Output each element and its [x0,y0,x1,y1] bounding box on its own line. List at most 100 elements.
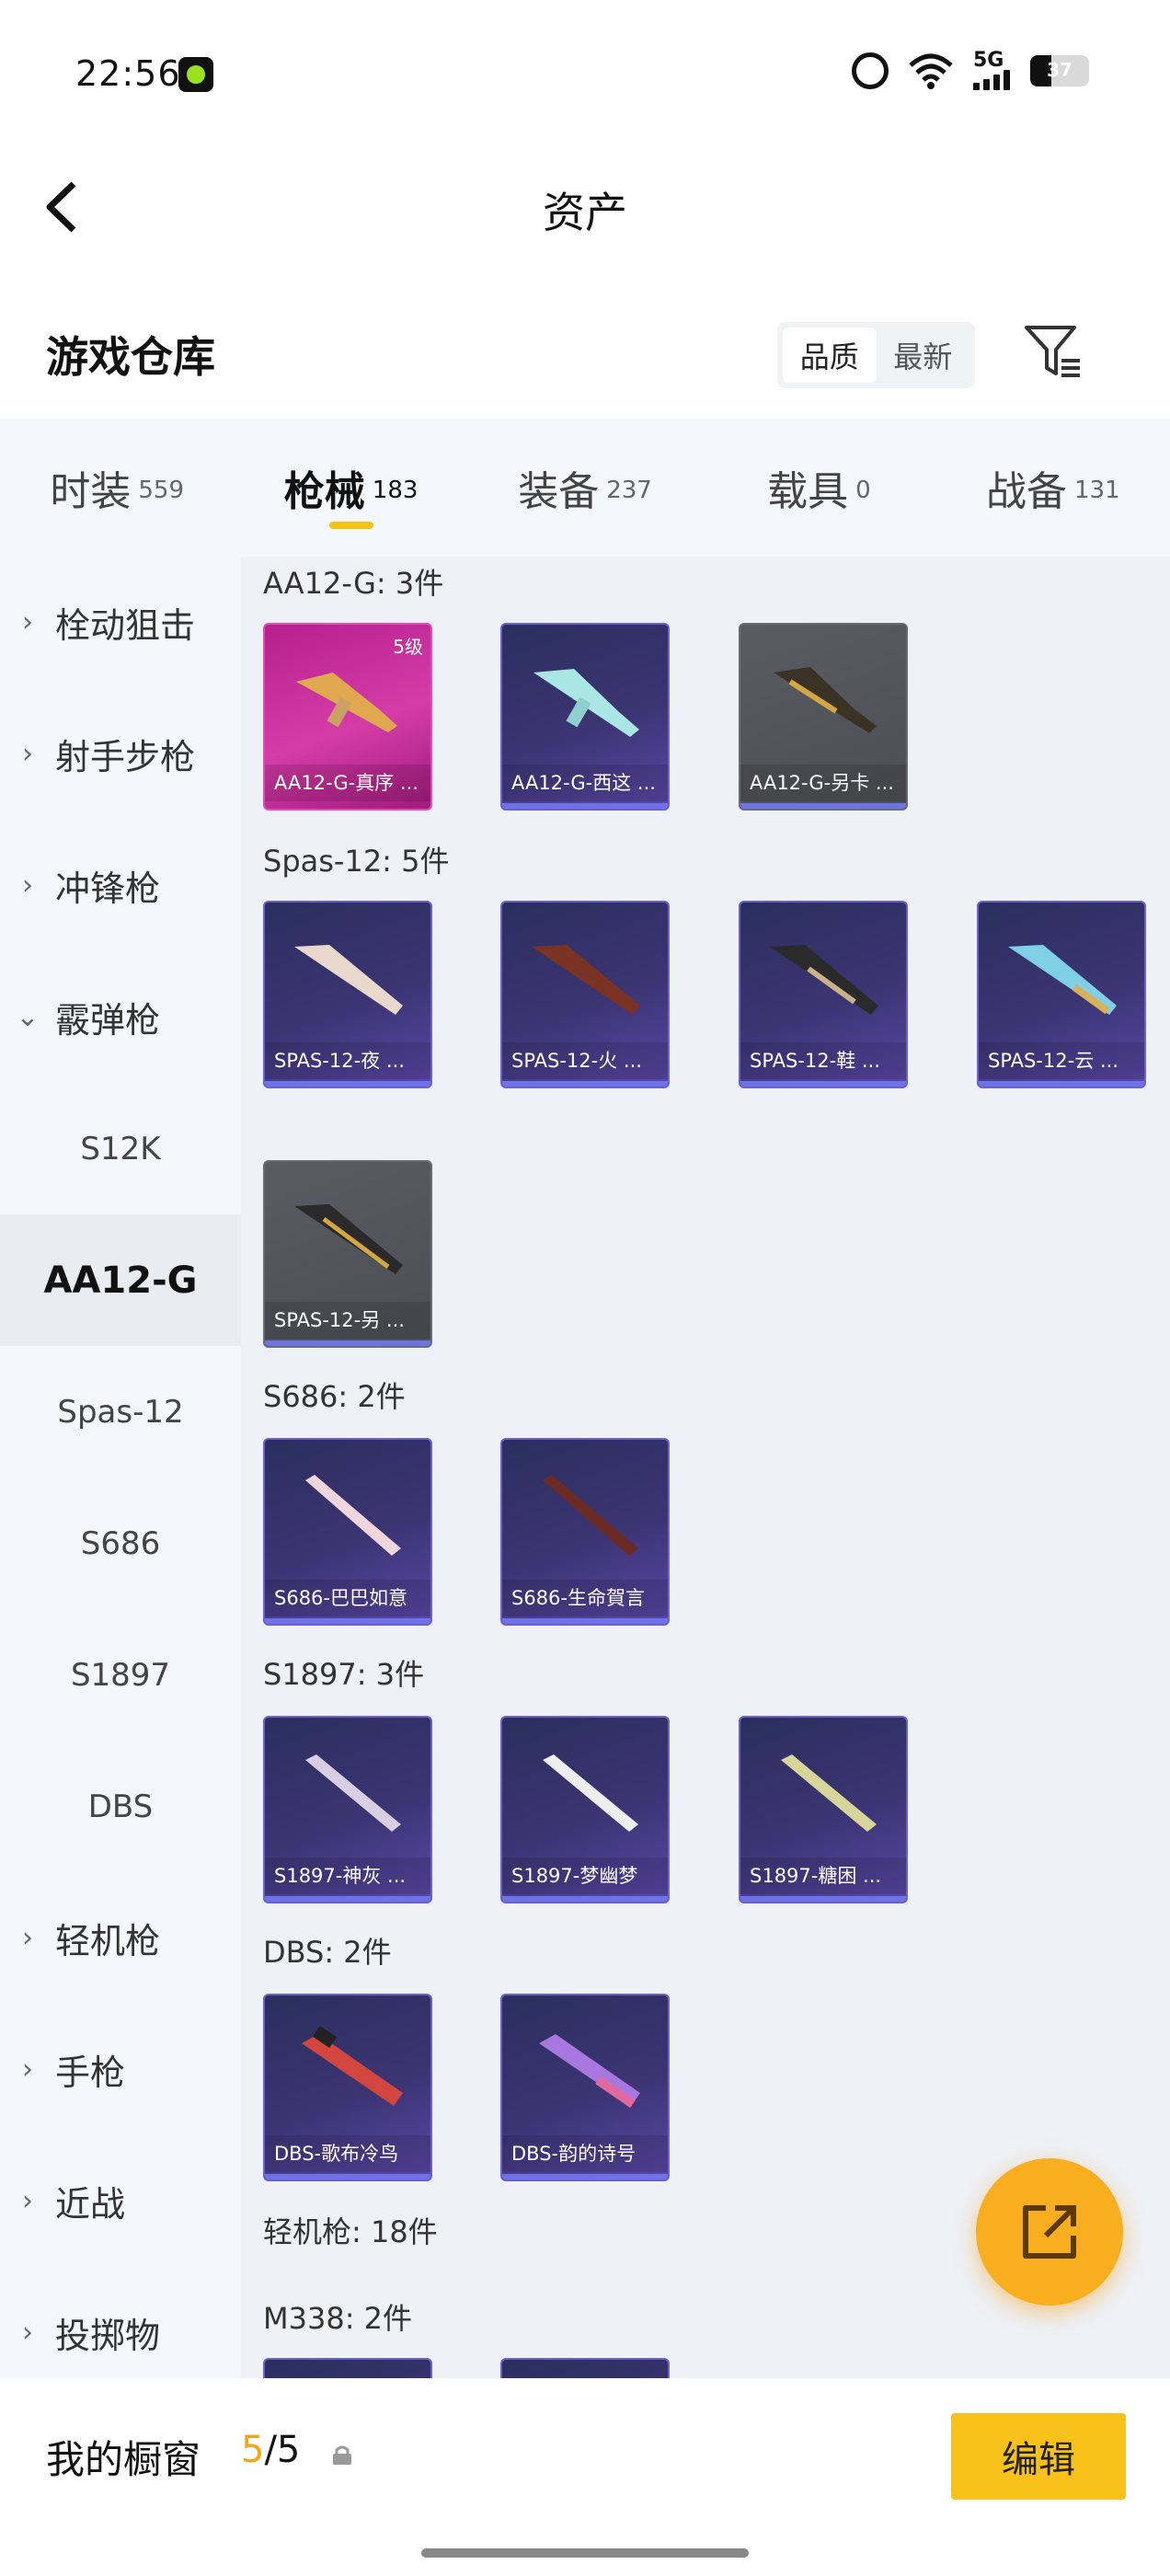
item-name: SPAS-12-云 ... [979,1042,1144,1079]
sort-option-quality[interactable]: 品质 [783,328,877,383]
item-card[interactable]: DBS-歌布冷鸟 [263,1994,432,2181]
item-name: AA12-G-西这 ... [502,765,668,801]
item-name: S686-巴巴如意 [265,1580,430,1616]
item-grid-area[interactable]: AA12-G: 3件 5级 AA12-G-真序 ... AA12-G-西这 ..… [241,557,1170,2378]
sidebar-subitem-s686[interactable]: S686 [0,1478,241,1609]
item-name: AA12-G-另卡 ... [740,765,906,801]
tab-label: 战备 [986,468,1067,515]
gun-icon [305,1754,401,1832]
gun-icon [302,2026,403,2106]
item-name: SPAS-12-夜 ... [265,1042,430,1079]
gun-icon [543,1754,638,1832]
sidebar-item-shotgun[interactable]: ⌄ 霰弹枪 [0,951,241,1083]
item-name: AA12-G-真序 ... [265,765,430,801]
tab-count: 559 [138,477,185,504]
item-card[interactable]: SPAS-12-夜 ... [263,901,432,1088]
chevron-right-icon: › [22,606,33,638]
sidebar-item-label: 栓动狙击 [55,605,196,646]
item-card[interactable]: SPAS-12-火 ... [500,901,670,1088]
chevron-right-icon: › [22,1922,33,1954]
tab-vehicles[interactable]: 载具 0 [702,419,935,557]
sort-toggle: 品质 最新 [777,322,975,388]
rarity-bar [502,803,668,809]
item-card[interactable]: DBS-韵的诗号 [500,1994,670,2181]
group-label-spas12: Spas-12: 5件 [263,844,450,879]
filter-button[interactable] [1023,322,1082,381]
network-label: 5G [973,49,1004,72]
item-name: SPAS-12-鞋 ... [740,1042,906,1079]
tab-equipment[interactable]: 装备 237 [468,419,702,557]
tab-count: 237 [606,477,652,504]
item-name: DBS-歌布冷鸟 [265,2135,430,2172]
lock-icon [333,2445,351,2465]
tab-count: 183 [372,477,419,504]
sidebar-subitem-s12k[interactable]: S12K [0,1083,241,1214]
gun-icon [539,2034,640,2109]
category-tabs: 时装 559 枪械 183 装备 237 载具 0 战备 131 [0,419,1170,557]
showcase-count: 5/5 [241,2429,300,2471]
item-name: S1897-梦幽梦 [502,1857,668,1894]
sidebar-item-smg[interactable]: › 冲锋枪 [0,820,241,951]
tab-label: 枪械 [283,468,365,515]
status-time: 22:56 [75,53,181,94]
rarity-bar [265,1618,430,1624]
sidebar-item-label: S1897 [70,1656,171,1694]
rarity-bar [265,1896,430,1902]
gun-icon [296,673,397,732]
item-card[interactable]: 5级 AA12-G-真序 ... [263,623,432,811]
item-card[interactable]: S1897-神灰 ... [263,1716,432,1903]
showcase-total: /5 [264,2429,301,2471]
tab-label: 载具 [767,468,849,515]
tab-firearms[interactable]: 枪械 183 [234,419,467,557]
item-card[interactable]: SPAS-12-另 ... [263,1160,432,1348]
rarity-bar [979,1081,1144,1087]
gun-icon [1008,945,1117,1015]
rarity-bar [502,1081,668,1087]
group-label-dbs: DBS: 2件 [263,1935,392,1970]
item-card[interactable]: S686-生命賀言 [500,1438,670,1626]
sidebar-item-label: 冲锋枪 [55,868,161,909]
sort-option-latest[interactable]: 最新 [877,328,970,383]
sidebar-item-lmg[interactable]: › 轻机枪 [0,1872,241,2004]
sidebar-subitem-dbs[interactable]: DBS [0,1741,241,1872]
chevron-right-icon: › [22,2317,33,2349]
sidebar-item-melee[interactable]: › 近战 [0,2135,241,2267]
gun-icon [774,667,877,733]
tab-supplies[interactable]: 战备 131 [936,419,1170,557]
item-card[interactable]: AA12-G-西这 ... [500,623,670,811]
gun-icon [305,1475,401,1556]
item-card[interactable] [500,2358,670,2378]
sidebar-item-bolt-sniper[interactable]: › 栓动狙击 [0,557,241,688]
rarity-bar [265,1081,430,1087]
item-card[interactable]: SPAS-12-鞋 ... [739,901,908,1088]
battery-level: 37 [1047,59,1072,81]
item-card[interactable]: S686-巴巴如意 [263,1438,432,1626]
item-card[interactable]: AA12-G-另卡 ... [739,623,908,811]
item-name: S686-生命賀言 [502,1580,668,1616]
item-card[interactable] [263,2358,432,2378]
share-fab-button[interactable] [976,2158,1123,2306]
item-name: DBS-韵的诗号 [502,2135,668,2172]
item-card[interactable]: SPAS-12-云 ... [977,901,1146,1088]
sidebar-item-marksman-rifle[interactable]: › 射手步枪 [0,688,241,820]
item-card[interactable]: S1897-糖困 ... [739,1716,908,1903]
edit-button[interactable]: 编辑 [951,2413,1126,2500]
sidebar-subitem-aa12g[interactable]: AA12-G [0,1214,241,1346]
sidebar-item-label: DBS [87,1788,154,1825]
active-tab-indicator [328,522,373,529]
rarity-bar [502,1618,668,1624]
rarity-bar [265,2174,430,2179]
sidebar-subitem-spas12[interactable]: Spas-12 [0,1346,241,1478]
chevron-right-icon: › [22,2185,33,2217]
wifi-icon [909,53,953,89]
chevron-down-icon: ⌄ [16,1001,40,1033]
home-indicator[interactable] [421,2548,749,2558]
gun-icon [533,669,639,737]
tab-fashion[interactable]: 时装 559 [0,419,234,557]
tab-count: 131 [1074,477,1120,504]
sidebar-item-label: 手枪 [55,2053,126,2093]
item-card[interactable]: S1897-梦幽梦 [500,1716,670,1903]
battery-icon: 37 [1030,55,1089,86]
sidebar-item-pistol[interactable]: › 手枪 [0,2004,241,2135]
sidebar-subitem-s1897[interactable]: S1897 [0,1609,241,1741]
